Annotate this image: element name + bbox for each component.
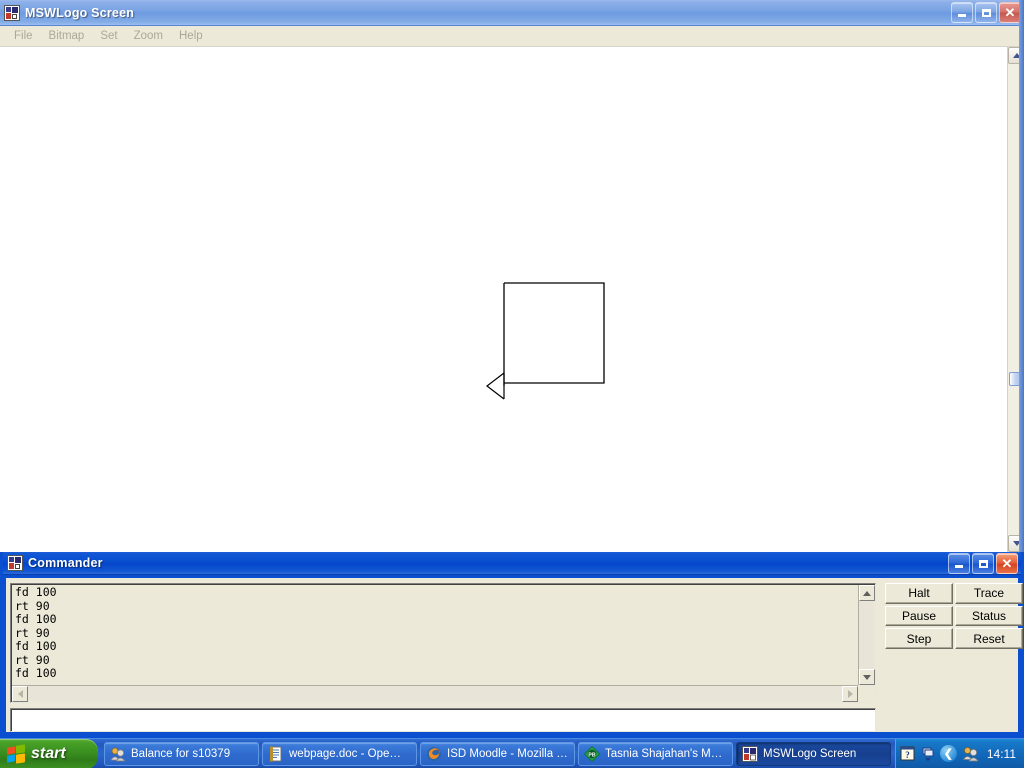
trace-button[interactable]: Trace [955, 583, 1023, 604]
network-icon[interactable] [962, 746, 979, 762]
svg-text:PB: PB [588, 752, 595, 758]
windows-logo-icon [7, 743, 26, 764]
reset-button[interactable]: Reset [955, 628, 1023, 649]
scrollbar-corner [858, 685, 874, 701]
task-label: Tasnia Shajahan's M… [605, 747, 723, 760]
svg-text:?: ? [905, 750, 910, 760]
turtle-graphics-canvas[interactable] [0, 47, 1007, 552]
start-button[interactable]: start [0, 739, 98, 768]
pause-button[interactable]: Pause [885, 605, 953, 627]
halt-button[interactable]: Halt [885, 583, 953, 604]
command-history-text: fd 100 rt 90 fd 100 rt 90 fd 100 rt 90 f… [15, 585, 57, 680]
window-right-edge [1019, 0, 1024, 552]
pb-green-icon: PB [583, 745, 601, 762]
turtle-drawing [486, 282, 605, 400]
close-button[interactable]: ✕ [999, 2, 1021, 23]
display-icon[interactable] [922, 746, 934, 762]
task-button-balance[interactable]: Balance for s10379 [104, 741, 259, 766]
history-scroll-up-icon[interactable] [859, 585, 875, 601]
commander-body: fd 100 rt 90 fd 100 rt 90 fd 100 rt 90 f… [6, 578, 1023, 732]
mswlogo-titlebar: MSWLogo Screen ✕ [0, 0, 1024, 26]
step-button[interactable]: Step [885, 628, 953, 649]
menu-zoom[interactable]: Zoom [126, 28, 171, 44]
taskbar: start Balance for s10379 webpage.doc - O… [0, 738, 1024, 768]
desktop-screen: MSWLogo Screen ✕ File Bitmap Set Zoom He… [0, 0, 1024, 768]
clock[interactable]: 14:11 [987, 747, 1016, 761]
task-button-mswlogo-screen[interactable]: MSWLogo Screen [736, 741, 891, 766]
command-input[interactable] [10, 708, 876, 732]
task-label: Balance for s10379 [131, 747, 231, 760]
commander-maximize-button[interactable] [972, 553, 994, 574]
minimize-button[interactable] [951, 2, 973, 23]
mswlogo-icon [4, 4, 20, 21]
history-vertical-scrollbar[interactable] [858, 585, 875, 685]
commander-control-buttons: Halt Trace Pause Status Step Reset [885, 583, 1023, 649]
mswlogo-icon [742, 745, 758, 762]
history-scroll-right-icon[interactable] [842, 686, 858, 702]
history-scroll-down-icon[interactable] [859, 669, 875, 685]
commander-close-button[interactable]: ✕ [996, 553, 1018, 574]
system-tray: ? ❮ 14:11 [894, 739, 1024, 768]
commander-minimize-button[interactable] [948, 553, 970, 574]
maximize-button[interactable] [975, 2, 997, 23]
task-button-webpage-doc[interactable]: webpage.doc - Ope… [262, 741, 417, 766]
task-button-isd-moodle[interactable]: ISD Moodle - Mozilla … [420, 741, 575, 766]
menu-set[interactable]: Set [92, 28, 125, 44]
firefox-icon [426, 746, 442, 762]
mswlogo-screen-window: MSWLogo Screen ✕ File Bitmap Set Zoom He… [0, 0, 1024, 552]
menu-bitmap[interactable]: Bitmap [41, 28, 93, 44]
help-icon[interactable]: ? [900, 746, 916, 762]
commander-window-controls: ✕ [948, 553, 1018, 574]
task-label: webpage.doc - Ope… [289, 747, 401, 760]
users-icon [110, 746, 126, 762]
taskbar-task-list: Balance for s10379 webpage.doc - Ope… IS… [98, 739, 895, 768]
start-label: start [31, 745, 66, 762]
commander-window: Commander ✕ fd 100 rt 90 fd 100 rt 90 fd… [0, 552, 1024, 738]
commander-titlebar: Commander ✕ [3, 552, 1021, 575]
command-history-panel[interactable]: fd 100 rt 90 fd 100 rt 90 fd 100 rt 90 f… [10, 583, 876, 703]
commander-title: Commander [28, 556, 103, 570]
task-button-tasnia-shajahan[interactable]: PB Tasnia Shajahan's M… [578, 741, 733, 766]
history-scroll-left-icon[interactable] [12, 686, 28, 702]
mswlogo-icon [7, 555, 23, 571]
window-title: MSWLogo Screen [25, 5, 135, 20]
menu-file[interactable]: File [6, 28, 41, 44]
document-icon [268, 746, 284, 762]
show-hidden-chevron-icon[interactable]: ❮ [939, 745, 957, 762]
menu-help[interactable]: Help [171, 28, 211, 44]
status-button[interactable]: Status [955, 605, 1023, 627]
history-horizontal-scrollbar[interactable] [12, 685, 858, 702]
task-label: MSWLogo Screen [763, 747, 857, 760]
window-controls: ✕ [951, 2, 1021, 23]
chevron-glyph: ❮ [943, 748, 953, 760]
menubar: File Bitmap Set Zoom Help [0, 26, 1024, 46]
task-label: ISD Moodle - Mozilla … [447, 747, 568, 760]
